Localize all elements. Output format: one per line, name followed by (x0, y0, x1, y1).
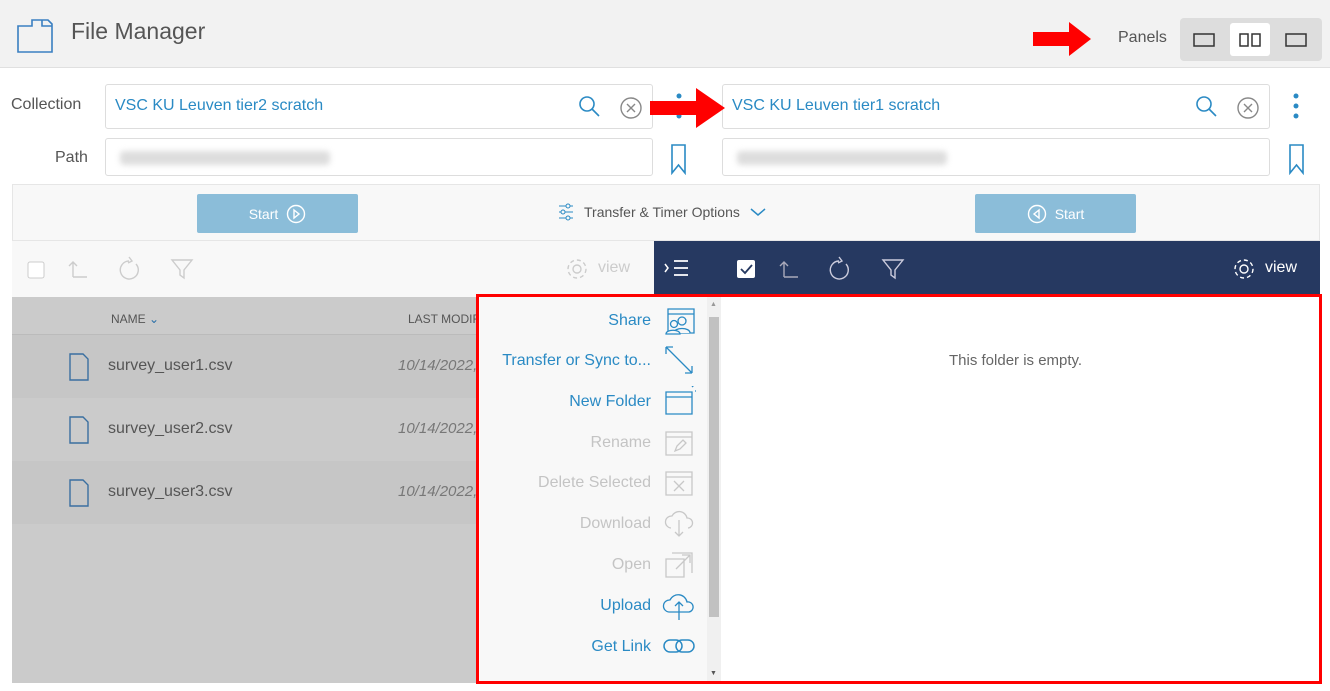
menu-item-label: Share (608, 312, 651, 329)
share-icon (665, 308, 695, 335)
file-icon (69, 479, 89, 507)
menu-item-label: Open (611, 556, 651, 573)
menu-item-label: New Folder (569, 393, 651, 410)
path-value-redacted (737, 151, 947, 165)
file-name: survey_user1.csv (108, 357, 233, 374)
file-modified: 10/14/2022, (398, 357, 478, 374)
search-icon[interactable] (578, 95, 602, 119)
menu-item-label: Upload (600, 597, 651, 614)
dual-panel-button[interactable] (1230, 23, 1270, 56)
clear-icon[interactable] (619, 96, 643, 120)
up-folder-icon[interactable] (778, 259, 800, 279)
file-name: survey_user2.csv (108, 420, 233, 437)
open-icon (665, 552, 693, 578)
start-label: Start (1054, 205, 1085, 222)
single-right-panel-button[interactable] (1276, 23, 1316, 56)
menu-item-share[interactable]: Share (480, 302, 706, 340)
filter-icon[interactable] (881, 258, 905, 280)
collection-value: VSC KU Leuven tier2 scratch (115, 97, 324, 114)
single-left-panel-button[interactable] (1184, 23, 1224, 56)
right-collection-input[interactable]: VSC KU Leuven tier1 scratch (722, 84, 1270, 129)
panels-label: Panels (1118, 29, 1167, 46)
left-path-input[interactable] (105, 138, 653, 176)
file-manager-icon (17, 19, 53, 53)
view-label[interactable]: view (1265, 259, 1297, 277)
bookmark-icon[interactable] (1288, 143, 1306, 175)
select-all-checkbox[interactable] (736, 259, 756, 279)
start-transfer-left-button[interactable]: Start (975, 194, 1136, 233)
menu-item-delete-selected[interactable]: Delete Selected (480, 464, 706, 502)
menu-item-download[interactable]: Download (480, 505, 706, 543)
menu-item-upload[interactable]: Upload (480, 587, 706, 625)
menu-item-label: Transfer or Sync to... (502, 352, 651, 369)
transfer-options-label: Transfer & Timer Options (584, 204, 740, 220)
chevron-down-icon (750, 208, 766, 216)
toggle-menu-icon[interactable] (664, 259, 690, 277)
column-name-header[interactable]: NAME ⌄ (111, 312, 159, 326)
menu-item-label: Rename (590, 434, 651, 451)
left-collection-input[interactable]: VSC KU Leuven tier2 scratch (105, 84, 653, 129)
up-folder-icon[interactable] (67, 259, 89, 279)
select-all-checkbox[interactable] (27, 261, 45, 279)
path-label: Path (55, 149, 88, 166)
view-label[interactable]: view (598, 259, 630, 277)
start-transfer-right-button[interactable]: Start (197, 194, 358, 233)
file-icon (69, 416, 89, 444)
annotation-arrow (650, 88, 725, 128)
bookmark-icon[interactable] (670, 143, 688, 175)
left-toolbar: view (12, 241, 654, 297)
delete-icon (665, 471, 693, 496)
new-folder-icon (665, 386, 696, 415)
right-path-input[interactable] (722, 138, 1270, 176)
play-icon (287, 204, 306, 223)
right-toolbar: view (654, 241, 1320, 295)
panel-toggle (1180, 18, 1322, 61)
search-icon[interactable] (1195, 95, 1219, 119)
collection-label: Collection (11, 96, 82, 113)
menu-item-label: Download (579, 515, 651, 532)
start-label: Start (248, 205, 279, 222)
menu-item-get-link[interactable]: Get Link (480, 628, 706, 666)
file-name: survey_user3.csv (108, 483, 233, 500)
menu-item-transfer-or-sync-to[interactable]: Transfer or Sync to... (480, 342, 706, 380)
sliders-icon (559, 203, 573, 221)
empty-folder-message: This folder is empty. (949, 352, 1083, 369)
menu-item-label: Delete Selected (538, 474, 651, 491)
scroll-up-arrow[interactable]: ▲ (710, 301, 717, 308)
rename-icon (665, 431, 693, 456)
link-icon (663, 639, 695, 653)
annotation-highlight-box: Share Transfer or Sync to... New Folder Ren… (476, 294, 1322, 684)
play-back-icon (1027, 204, 1046, 223)
refresh-icon[interactable] (117, 256, 141, 282)
menu-item-rename[interactable]: Rename (480, 424, 706, 462)
actions-menu: Share Transfer or Sync to... New Folder Ren… (480, 297, 721, 681)
gear-icon[interactable] (565, 257, 589, 281)
gear-icon[interactable] (1232, 257, 1256, 281)
annotation-arrow (1033, 22, 1091, 56)
download-icon (664, 510, 694, 537)
column-modified-header[interactable]: LAST MODIF (408, 312, 480, 326)
menu-item-open[interactable]: Open (480, 546, 706, 584)
right-more-icon[interactable] (1292, 92, 1302, 122)
page-title: File Manager (71, 18, 206, 44)
clear-icon[interactable] (1236, 96, 1260, 120)
menu-item-new-folder[interactable]: New Folder (480, 383, 706, 421)
menu-scrollbar[interactable]: ▲ ▼ (707, 297, 721, 681)
filter-icon[interactable] (170, 258, 194, 280)
file-modified: 10/14/2022, (398, 420, 478, 437)
refresh-icon[interactable] (827, 256, 851, 282)
transfer-options-toggle[interactable]: Transfer & Timer Options (558, 203, 766, 221)
header: File Manager Panels (0, 0, 1330, 68)
collection-value: VSC KU Leuven tier1 scratch (732, 97, 941, 114)
path-value-redacted (120, 151, 330, 165)
scroll-down-arrow[interactable]: ▼ (710, 670, 717, 677)
file-icon (69, 353, 89, 381)
file-modified: 10/14/2022, (398, 483, 478, 500)
upload-icon (662, 594, 694, 620)
transfer-icon (665, 346, 693, 374)
menu-item-label: Get Link (591, 638, 651, 655)
transfer-bar: Start Transfer & Timer Options Start (12, 184, 1320, 241)
scrollbar-thumb[interactable] (709, 317, 719, 617)
